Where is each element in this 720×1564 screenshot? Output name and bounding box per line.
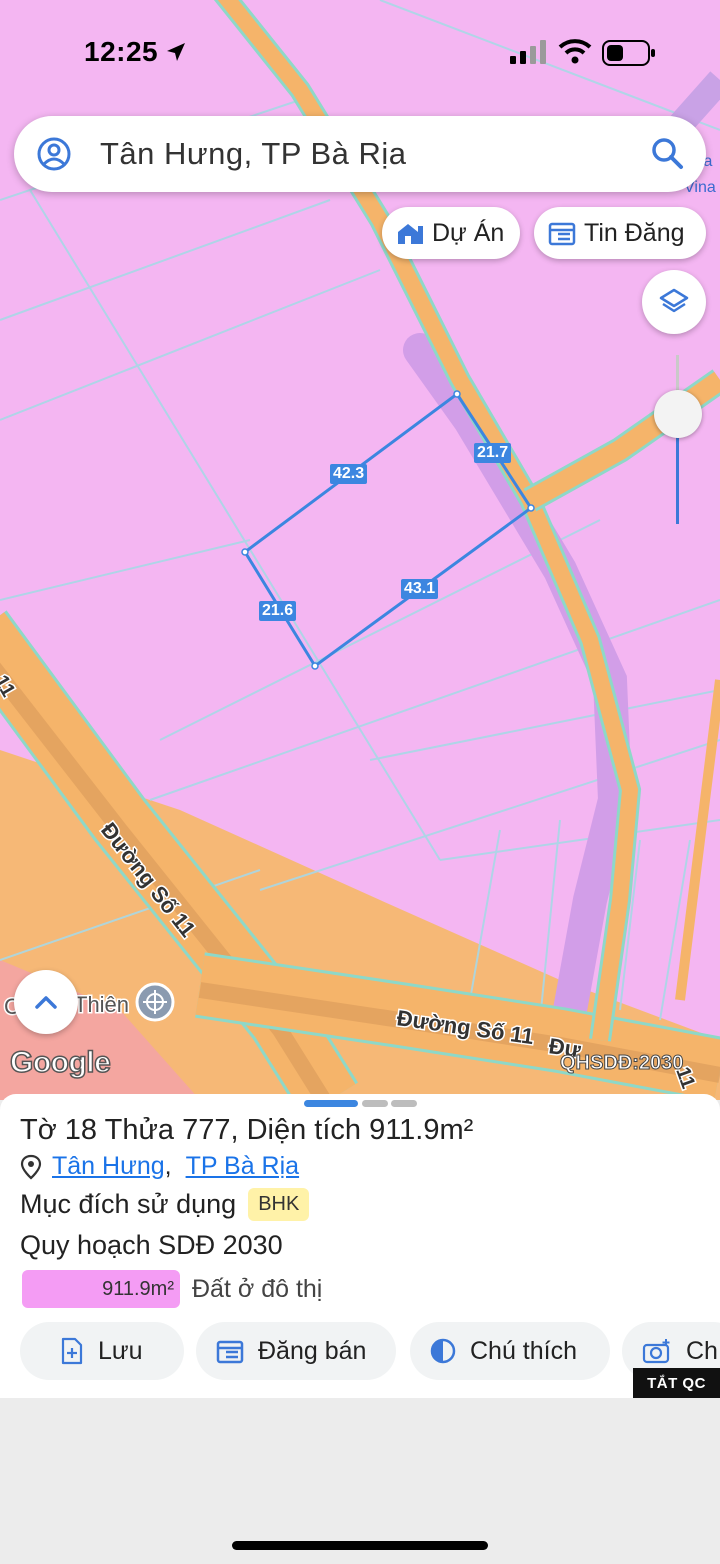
- listings-chip[interactable]: Tin Đăng: [534, 207, 706, 259]
- cellular-signal-icon: [510, 40, 546, 64]
- search-bar[interactable]: Tân Hưng, TP Bà Rịa: [14, 116, 706, 192]
- parcel-title: Tờ 18 Thửa 777, Diện tích 911.9m²: [20, 1114, 473, 1147]
- calendar-list-icon: [548, 222, 576, 246]
- city-link[interactable]: TP Bà Rịa: [186, 1152, 299, 1181]
- save-button-label: Lưu: [98, 1336, 143, 1365]
- edge-length-label: 21.7: [474, 443, 512, 463]
- legend-label: Đất ở đô thị: [192, 1274, 323, 1303]
- area-value: 911.9m²: [369, 1114, 474, 1146]
- legend-swatch: 911.9m²: [22, 1270, 180, 1308]
- poi-label: Thiên: [74, 992, 129, 1017]
- calendar-list-icon: [216, 1340, 244, 1364]
- land-use-badge: BHK: [248, 1188, 310, 1221]
- capture-button-label: Ch: [686, 1336, 718, 1365]
- page-indicator[interactable]: [391, 1100, 417, 1107]
- save-button[interactable]: Lưu: [20, 1322, 184, 1380]
- edge-length-label: 21.6: [259, 601, 297, 621]
- expand-up-button[interactable]: [14, 970, 78, 1034]
- opacity-slider-thumb[interactable]: [654, 390, 702, 438]
- parcel-label: Thửa: [104, 1114, 174, 1146]
- edge-length-label: 42.3: [330, 464, 368, 484]
- google-logo: Google: [9, 1045, 111, 1080]
- legend-button[interactable]: Chú thích: [410, 1322, 610, 1380]
- plan-label: Quy hoạch SDĐ 2030: [20, 1230, 283, 1260]
- status-bar: 12:25: [0, 0, 720, 100]
- title-prefix: Tờ: [20, 1114, 57, 1146]
- wifi-icon: [558, 39, 592, 64]
- user-account-icon[interactable]: [36, 136, 72, 172]
- post-for-sale-label: Đăng bán: [258, 1336, 367, 1365]
- page-indicator-active[interactable]: [304, 1100, 358, 1107]
- location-arrow-icon: [167, 43, 185, 61]
- chevron-up-icon: [35, 996, 57, 1009]
- page-indicator[interactable]: [362, 1100, 388, 1107]
- projects-chip-label: Dự Án: [432, 218, 505, 247]
- layers-icon: [659, 288, 689, 313]
- temple-icon[interactable]: [135, 982, 175, 1022]
- parcel-info-panel[interactable]: Tờ 18 Thửa 777, Diện tích 911.9m² Tân Hư…: [0, 1094, 720, 1398]
- ward-link[interactable]: Tân Hưng: [52, 1152, 165, 1181]
- home-indicator[interactable]: [232, 1541, 488, 1550]
- battery-icon: [602, 40, 655, 66]
- add-document-icon: [61, 1337, 83, 1365]
- plan-legend-row: 911.9m² Đất ở đô thị: [22, 1270, 322, 1308]
- contrast-icon: [430, 1338, 456, 1364]
- map-pin-icon: [20, 1154, 42, 1179]
- search-input[interactable]: Tân Hưng, TP Bà Rịa: [100, 136, 407, 172]
- land-use-row: Mục đích sử dụng BHK: [20, 1188, 310, 1221]
- post-for-sale-button[interactable]: Đăng bán: [196, 1322, 396, 1380]
- layers-button[interactable]: [642, 270, 706, 334]
- status-time: 12:25: [84, 36, 159, 67]
- area-label: , Diện tích: [230, 1114, 362, 1146]
- sheet-number: 18: [64, 1114, 98, 1146]
- projects-chip[interactable]: Dự Án: [382, 207, 520, 259]
- hide-ads-button[interactable]: TẮT QC: [633, 1368, 720, 1398]
- legend-button-label: Chú thích: [470, 1336, 578, 1365]
- edge-length-label: 43.1: [401, 579, 439, 599]
- land-use-label: Mục đích sử dụng: [20, 1189, 237, 1219]
- listings-chip-label: Tin Đăng: [584, 218, 685, 247]
- building-icon: [398, 224, 423, 244]
- parcel-number: 777: [182, 1114, 231, 1146]
- planning-layer-label: QHSDĐ:2030: [559, 1052, 684, 1075]
- address-separator: ,: [164, 1152, 172, 1180]
- search-icon[interactable]: [650, 136, 684, 170]
- camera-add-icon: [642, 1339, 670, 1364]
- address-row: Tân Hưng, TP Bà Rịa: [20, 1152, 299, 1181]
